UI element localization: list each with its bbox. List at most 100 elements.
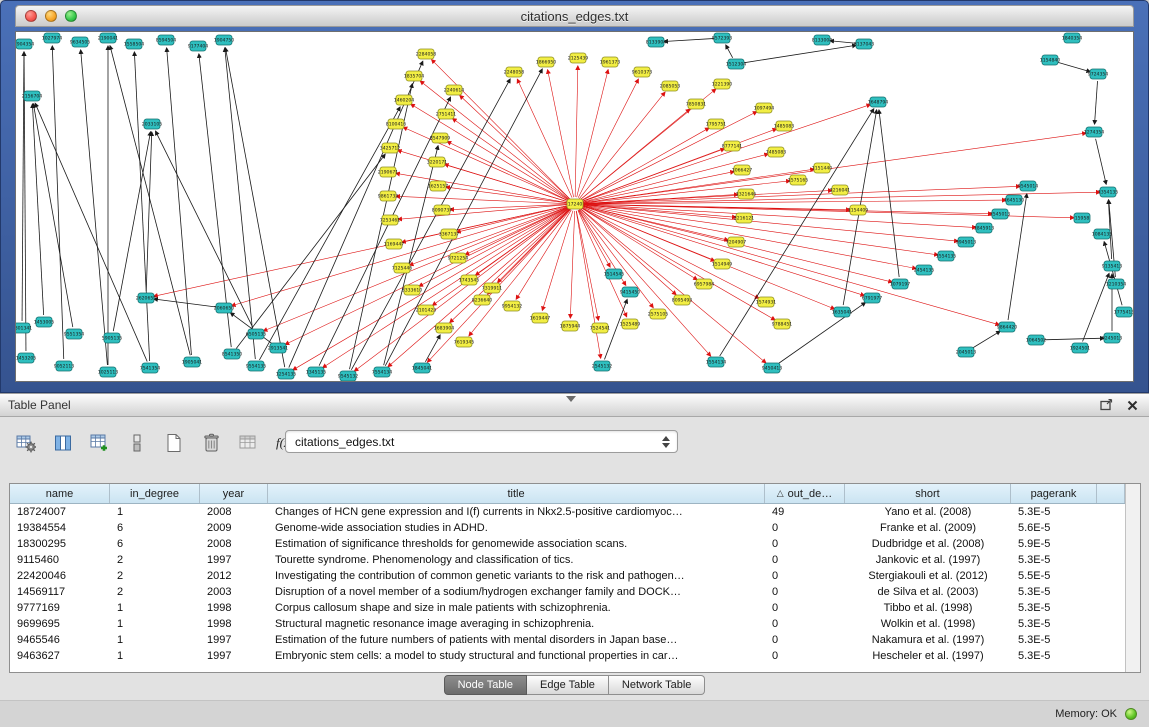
graph-edge[interactable] [582, 206, 1000, 325]
graph-node[interactable]: 7850831 [686, 99, 707, 109]
graph-node[interactable]: 8572393 [712, 33, 733, 43]
graph-node[interactable]: 1254135 [276, 369, 297, 379]
graph-node[interactable]: 5905135 [102, 333, 123, 343]
table-settings-icon[interactable] [14, 431, 38, 455]
graph-edge[interactable] [577, 70, 608, 197]
graph-edge[interactable] [445, 164, 569, 202]
column-header-short[interactable]: short [845, 484, 1011, 503]
graph-node[interactable]: 8090737 [432, 205, 453, 215]
table-row[interactable]: 977716911998Corpus callosum shape and si… [10, 600, 1125, 616]
graph-node[interactable]: 8333610 [402, 285, 423, 295]
graph-node[interactable]: 1345135 [306, 367, 327, 377]
graph-edge[interactable] [154, 299, 217, 307]
graph-node[interactable]: 1648794 [868, 97, 889, 107]
graph-edge[interactable] [453, 119, 570, 200]
graph-node[interactable]: 2575105 [648, 309, 669, 319]
graph-edge[interactable] [570, 211, 574, 318]
graph-node[interactable]: 1924501 [1070, 343, 1091, 353]
graph-node[interactable]: 1961373 [600, 57, 621, 67]
graph-node[interactable]: 2545132 [592, 361, 613, 371]
graph-node[interactable]: 1645130 [1004, 195, 1025, 205]
graph-node[interactable]: 8547909 [430, 133, 451, 143]
graph-node[interactable]: 7319911 [482, 283, 503, 293]
graph-node[interactable]: 9788451 [772, 319, 793, 329]
graph-node[interactable]: 1795751 [706, 119, 727, 129]
graph-node[interactable]: 1321646 [736, 189, 757, 199]
graph-node[interactable]: 6505135 [246, 329, 267, 339]
graph-node[interactable]: 3425712 [380, 143, 401, 153]
graph-edge[interactable] [726, 45, 733, 58]
graph-edge[interactable] [575, 66, 578, 197]
graph-node[interactable]: 9545132 [338, 371, 359, 381]
graph-node[interactable]: 1845913 [974, 223, 995, 233]
graph-edge[interactable] [582, 105, 871, 202]
graph-node[interactable]: 9634505 [70, 37, 91, 47]
columns-icon[interactable] [51, 431, 75, 455]
graph-edge[interactable] [289, 61, 423, 367]
column-header-name[interactable]: name [10, 484, 110, 503]
graph-edge[interactable] [778, 303, 866, 364]
graph-node[interactable]: 2620655 [136, 293, 157, 303]
graph-edge[interactable] [293, 208, 569, 370]
close-panel-icon[interactable] [1123, 397, 1141, 413]
column-header-year[interactable]: year [200, 484, 268, 503]
column-header-in-degree[interactable]: in_degree [110, 484, 200, 503]
graph-node[interactable]: 7485083 [766, 147, 787, 157]
graph-node[interactable]: 1453005 [34, 317, 55, 327]
graph-edge[interactable] [22, 52, 24, 321]
column-header-title[interactable]: title [268, 484, 765, 503]
graph-node[interactable]: 1558504 [124, 39, 145, 49]
graph-node[interactable]: 9052113 [54, 361, 75, 371]
graph-node[interactable]: 1453205 [16, 353, 36, 363]
graph-node[interactable]: 2190041 [98, 33, 119, 43]
graph-edge[interactable] [460, 95, 570, 199]
graph-node[interactable]: 1574931 [756, 297, 777, 307]
graph-node[interactable]: 9545014 [1018, 181, 1039, 191]
table-row[interactable]: 1872400712008Changes of HCN gene express… [10, 504, 1125, 520]
graph-node[interactable]: 9177404 [188, 41, 209, 51]
float-panel-icon[interactable] [1097, 397, 1115, 413]
graph-edge[interactable] [1043, 338, 1104, 340]
graph-node[interactable]: 1775413 [1114, 307, 1134, 317]
graph-node[interactable]: 1575165 [788, 175, 809, 185]
graph-node[interactable]: 8236640 [472, 295, 493, 305]
graph-node[interactable]: 2913541 [268, 343, 289, 353]
graph-node[interactable]: 1064502 [1026, 335, 1047, 345]
graph-node[interactable]: 1619447 [530, 313, 551, 323]
graph-edge[interactable] [285, 207, 569, 344]
graph-node[interactable]: 1875944 [560, 321, 581, 331]
graph-node[interactable]: 2125439 [568, 53, 589, 63]
graph-node[interactable]: 9245013 [1102, 333, 1123, 343]
graph-node[interactable]: 2454135 [914, 265, 935, 275]
graph-edge[interactable] [351, 79, 510, 370]
graph-edge[interactable] [146, 132, 151, 291]
graph-node[interactable]: 2751411 [436, 109, 457, 119]
graph-edge[interactable] [110, 46, 190, 355]
graph-node[interactable]: 1221390 [712, 79, 733, 89]
graph-node[interactable]: 7904354 [16, 39, 34, 49]
graph-node[interactable]: 7253461 [380, 215, 401, 225]
graph-edge[interactable] [743, 45, 856, 63]
graph-node[interactable]: 9554135 [246, 361, 267, 371]
graph-node[interactable]: 6791977 [862, 293, 883, 303]
graph-node[interactable]: 2156704 [22, 91, 43, 101]
graph-edge[interactable] [156, 131, 253, 328]
memory-ok-icon[interactable] [1125, 708, 1137, 720]
graph-edge[interactable] [225, 48, 284, 367]
graph-node[interactable]: 1151440 [812, 163, 833, 173]
graph-edge[interactable] [32, 104, 43, 315]
column-header-out-degree[interactable]: △out_de… [765, 484, 845, 503]
graph-node[interactable]: 7524541 [590, 323, 611, 333]
graph-node[interactable]: 1635041 [832, 307, 853, 317]
graph-node[interactable]: 1154409 [848, 205, 869, 215]
graph-edge[interactable] [664, 38, 715, 41]
graph-node[interactable]: 1514545 [604, 269, 625, 279]
graph-edge[interactable] [548, 70, 574, 197]
graph-node[interactable]: 9945013 [956, 237, 977, 247]
graph-node[interactable]: 9861733 [378, 191, 399, 201]
graph-edge[interactable] [879, 110, 899, 277]
graph-edge[interactable] [972, 331, 1000, 348]
graph-node[interactable]: 8133904 [646, 37, 667, 47]
table-source-dropdown[interactable]: citations_edges.txt [285, 430, 678, 453]
graph-node[interactable]: 9135413 [1102, 261, 1123, 271]
